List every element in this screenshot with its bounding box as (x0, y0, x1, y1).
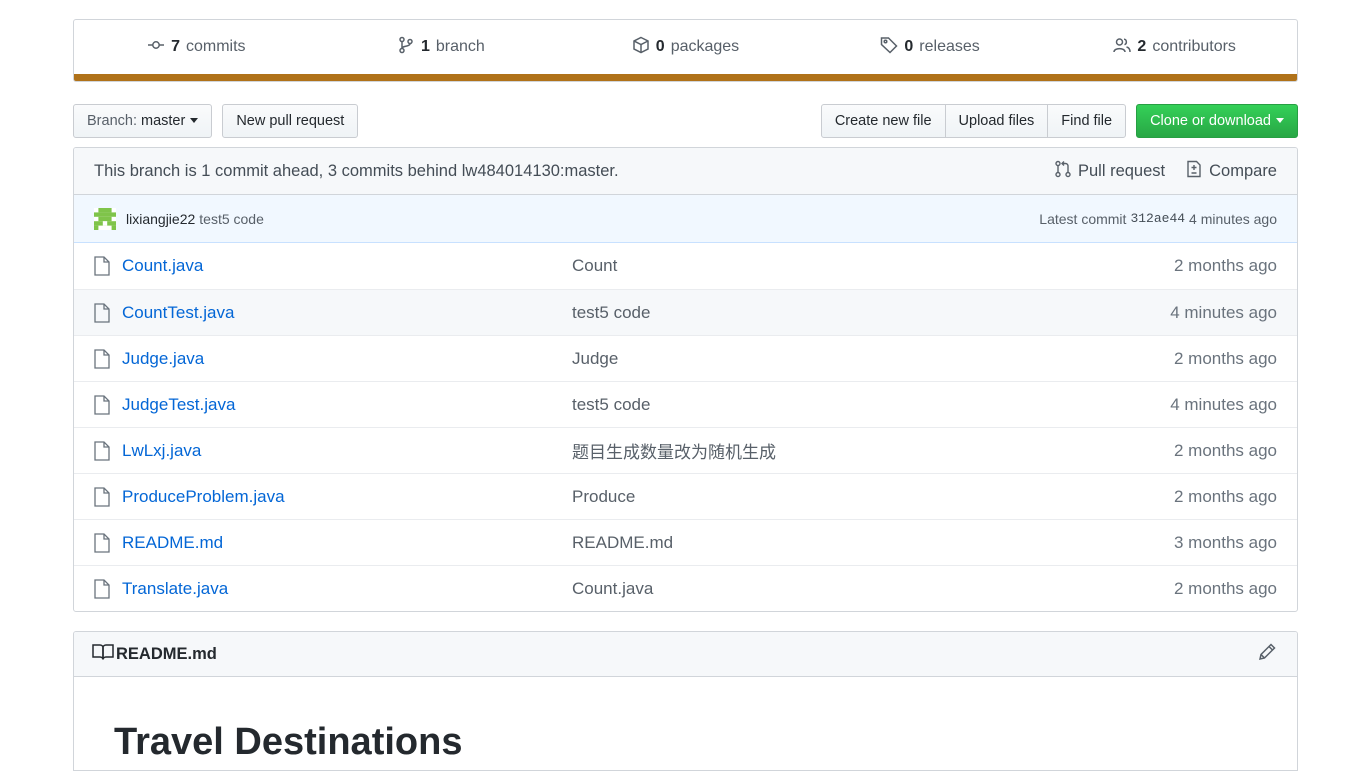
commit-icon (147, 36, 165, 59)
file-name-link[interactable]: JudgeTest.java (122, 395, 572, 415)
caret-down-icon (190, 118, 199, 123)
file-row: Translate.java Count.java 2 months ago (74, 565, 1297, 611)
file-rows: Count.java Count 2 months ago CountTest.… (74, 243, 1297, 611)
pencil-icon[interactable] (1257, 642, 1277, 667)
compare-link[interactable]: Compare (1185, 160, 1277, 183)
tag-icon (880, 36, 898, 59)
commit-author[interactable]: lixiangjie22 (126, 211, 195, 227)
file-commit-message[interactable]: Count.java (572, 579, 1174, 599)
branch-status-bar: This branch is 1 commit ahead, 3 commits… (74, 148, 1297, 195)
compare-label: Compare (1209, 161, 1277, 180)
readme-heading: Travel Destinations (114, 721, 463, 763)
releases-label: releases (919, 38, 980, 55)
packages-count: 0 (655, 38, 665, 55)
branch-icon (397, 36, 415, 59)
file-actions-group: Create new file Upload files Find file (820, 103, 1127, 138)
file-age: 2 months ago (1173, 256, 1277, 275)
file-icon (94, 440, 110, 461)
create-new-file-button[interactable]: Create new file (820, 103, 946, 138)
file-row: Count.java Count 2 months ago (74, 243, 1297, 289)
file-name-link[interactable]: Count.java (122, 256, 572, 276)
language-bar[interactable] (74, 74, 1297, 81)
file-icon (94, 348, 110, 369)
repo-summary-bar: 7 commits 1 branch 0 packages 0 releases… (73, 19, 1298, 82)
readme-content: Travel Destinations (74, 677, 1297, 764)
caret-down-icon (1276, 118, 1284, 123)
file-row: CountTest.java test5 code 4 minutes ago (74, 289, 1297, 335)
file-list-box: This branch is 1 commit ahead, 3 commits… (73, 147, 1298, 612)
readme-filename: README.md (116, 644, 217, 663)
file-name-link[interactable]: CountTest.java (122, 303, 572, 323)
packages-link[interactable]: 0 packages (563, 36, 808, 59)
file-commit-message[interactable]: README.md (572, 533, 1174, 553)
avatar[interactable] (94, 207, 116, 230)
branch-prefix: Branch: (87, 112, 137, 129)
releases-link[interactable]: 0 releases (808, 36, 1053, 59)
file-row: Judge.java Judge 2 months ago (74, 335, 1297, 381)
contributors-label: contributors (1152, 38, 1236, 55)
commit-sha[interactable]: 312ae44 (1130, 211, 1185, 226)
file-row: README.md README.md 3 months ago (74, 519, 1297, 565)
file-age: 2 months ago (1173, 440, 1277, 460)
latest-commit-bar: lixiangjie22 test5 code Latest commit 31… (74, 195, 1297, 243)
commits-link[interactable]: 7 commits (74, 36, 319, 59)
contributors-link[interactable]: 2 contributors (1052, 36, 1297, 59)
file-name-link[interactable]: Judge.java (122, 349, 572, 369)
diff-icon (1185, 160, 1203, 183)
file-commit-message[interactable]: Produce (572, 487, 1174, 507)
file-icon (94, 256, 110, 276)
pull-request-label: Pull request (1077, 161, 1166, 180)
find-file-button[interactable]: Find file (1047, 103, 1127, 138)
clone-label: Clone or download (1150, 112, 1271, 129)
pull-request-link[interactable]: Pull request (1054, 160, 1165, 183)
file-age: 2 months ago (1173, 348, 1277, 368)
file-row: ProduceProblem.java Produce 2 months ago (74, 473, 1297, 519)
commit-message[interactable]: test5 code (199, 211, 264, 227)
file-age: 4 minutes ago (1170, 302, 1277, 322)
readme-header: README.md (74, 632, 1297, 677)
file-name-link[interactable]: README.md (122, 533, 572, 553)
file-navigation-toolbar: Branch: master New pull request Create n… (73, 103, 1298, 138)
book-icon (92, 643, 116, 666)
branch-select-button[interactable]: Branch: master (73, 103, 213, 138)
new-pull-request-button[interactable]: New pull request (222, 103, 359, 138)
file-icon (94, 486, 110, 507)
contributors-count: 2 (1137, 38, 1147, 55)
commit-age: 4 minutes ago (1189, 210, 1277, 227)
file-commit-message[interactable]: Count (572, 256, 1174, 276)
file-commit-message[interactable]: Judge (572, 349, 1174, 369)
file-icon (94, 394, 110, 415)
file-age: 4 minutes ago (1170, 394, 1277, 414)
package-icon (632, 36, 650, 59)
file-row: LwLxj.java 题目生成数量改为随机生成 2 months ago (74, 427, 1297, 473)
file-icon (94, 578, 110, 599)
branch-name: master (140, 112, 186, 129)
branches-link[interactable]: 1 branch (319, 36, 564, 59)
commits-label: commits (185, 38, 246, 55)
branch-status-text: This branch is 1 commit ahead, 3 commits… (94, 161, 619, 180)
file-icon (94, 532, 110, 553)
packages-label: packages (670, 38, 740, 55)
commits-count: 7 (171, 38, 180, 55)
file-age: 3 months ago (1173, 532, 1277, 552)
file-commit-message[interactable]: test5 code (572, 395, 1170, 415)
upload-files-button[interactable]: Upload files (944, 103, 1049, 138)
branches-count: 1 (420, 38, 430, 55)
file-name-link[interactable]: LwLxj.java (122, 441, 572, 461)
file-name-link[interactable]: Translate.java (122, 579, 572, 599)
releases-count: 0 (904, 38, 914, 55)
file-commit-message[interactable]: test5 code (572, 303, 1170, 323)
pull-request-icon (1054, 160, 1072, 183)
people-icon (1113, 36, 1132, 59)
file-commit-message[interactable]: 题目生成数量改为随机生成 (572, 438, 1174, 463)
file-row: JudgeTest.java test5 code 4 minutes ago (74, 381, 1297, 427)
file-age: 2 months ago (1173, 578, 1277, 598)
latest-commit-prefix: Latest commit (1039, 210, 1127, 227)
file-age: 2 months ago (1173, 486, 1277, 506)
file-name-link[interactable]: ProduceProblem.java (122, 487, 572, 507)
readme-box: README.md Travel Destinations (73, 631, 1298, 771)
branches-label: branch (435, 38, 485, 55)
file-icon (94, 302, 110, 323)
clone-or-download-button[interactable]: Clone or download (1136, 103, 1298, 138)
